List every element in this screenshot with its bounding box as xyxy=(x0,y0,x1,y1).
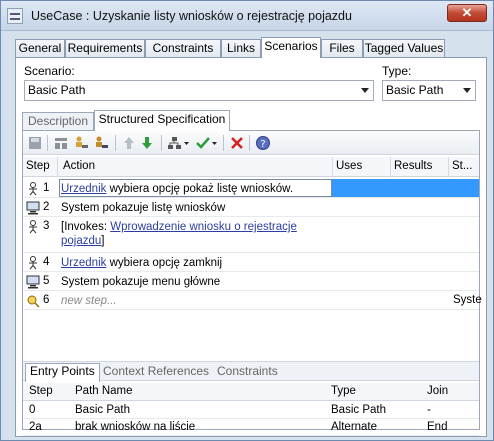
tab-tagged-values[interactable]: Tagged Values xyxy=(363,39,445,57)
entry-type: Alternate xyxy=(331,421,378,433)
chevron-down-icon xyxy=(463,88,471,93)
step-number: 5 xyxy=(43,275,50,287)
structured-spec-pane: ? Step Action Uses Results St... 1 Urzed… xyxy=(22,130,482,436)
tab-description[interactable]: Description xyxy=(22,112,94,130)
entry-type: Basic Path xyxy=(331,404,386,416)
step-number: 3 xyxy=(43,220,50,232)
step-row[interactable]: 5 System pokazuje menu główne xyxy=(23,272,479,291)
tab-requirements[interactable]: Requirements xyxy=(65,39,145,57)
step-action: System pokazuje listę wniosków xyxy=(61,202,226,214)
steps-grid-header: Step Action Uses Results St... xyxy=(23,157,479,177)
column-divider xyxy=(448,157,449,177)
type-select[interactable]: Basic Path xyxy=(382,80,476,101)
column-path-name[interactable]: Path Name xyxy=(75,385,133,397)
new-step-placeholder[interactable]: new step... xyxy=(61,294,326,308)
spec-toolbar: ? xyxy=(23,131,479,155)
toolbar-separator xyxy=(223,135,224,151)
help-icon[interactable]: ? xyxy=(255,135,271,151)
selection-highlight xyxy=(332,179,479,197)
step-action: [Invokes: Wprowadzenie wniosku o rejestr… xyxy=(61,221,297,247)
window-title: UseCase : Uzyskanie listy wniosków o rej… xyxy=(31,9,352,23)
entry-point-row[interactable]: 0 Basic Path Basic Path - xyxy=(23,402,479,419)
insert-system-step-icon[interactable] xyxy=(93,135,109,151)
column-action[interactable]: Action xyxy=(63,160,95,172)
new-step-icon xyxy=(26,294,40,308)
actor-icon xyxy=(26,256,40,270)
step-row[interactable]: 4 Urzednik wybiera opcję zamknij xyxy=(23,253,479,272)
entry-path: Basic Path xyxy=(75,404,130,416)
step-action: Urzednik wybiera opcję pokaż listę wnios… xyxy=(61,183,294,195)
svg-text:?: ? xyxy=(260,139,265,150)
new-step-row[interactable]: 6 new step... Syste xyxy=(23,291,482,310)
step-number: 4 xyxy=(43,256,50,268)
actor-link[interactable]: Urzednik xyxy=(61,183,106,195)
tab-entry-points[interactable]: Entry Points xyxy=(25,363,100,382)
actor-link[interactable]: Urzednik xyxy=(61,257,106,269)
title-bar: UseCase : Uzyskanie listy wniosków o rej… xyxy=(1,1,493,31)
toolbar-separator xyxy=(47,135,48,151)
tab-links[interactable]: Links xyxy=(221,39,261,57)
step-action: Urzednik wybiera opcję zamknij xyxy=(61,257,223,269)
entry-step: 2a xyxy=(29,421,42,433)
toolbar-separator xyxy=(249,135,250,151)
column-divider xyxy=(390,157,391,177)
step-state: Syste xyxy=(453,294,482,306)
actor-icon xyxy=(26,182,40,196)
tab-files[interactable]: Files xyxy=(321,39,363,57)
toolbar-separator xyxy=(115,135,116,151)
step-row[interactable]: 1 Urzednik wybiera opcję pokaż listę wni… xyxy=(23,179,479,198)
type-label: Type: xyxy=(382,64,412,78)
hierarchy-icon[interactable] xyxy=(167,135,191,151)
scenario-label: Scenario: xyxy=(24,64,75,78)
step-action: System pokazuje menu główne xyxy=(61,276,221,288)
entry-point-row[interactable]: 2a brak wniosków na liście Alternate End xyxy=(23,419,479,436)
step-number: 2 xyxy=(43,201,50,213)
entry-join: - xyxy=(427,404,431,416)
entry-path: brak wniosków na liście xyxy=(75,421,196,433)
entry-points-header: Step Path Name Type Join xyxy=(23,383,479,401)
save-icon[interactable] xyxy=(27,135,43,151)
column-ep-step[interactable]: Step xyxy=(29,385,53,397)
bottom-tabs: Entry Points Context References Constrai… xyxy=(23,361,479,382)
computer-icon xyxy=(26,201,40,215)
column-join[interactable]: Join xyxy=(427,385,448,397)
scenarios-panel: Scenario: Basic Path Type: Basic Path De… xyxy=(15,57,487,437)
app-icon xyxy=(7,8,23,24)
step-row[interactable]: 3 [Invokes: Wprowadzenie wniosku o rejes… xyxy=(23,217,479,253)
tab-context-references[interactable]: Context References xyxy=(103,364,209,381)
tab-constraints[interactable]: Constraints xyxy=(145,39,221,57)
column-uses[interactable]: Uses xyxy=(336,160,362,172)
column-step[interactable]: Step xyxy=(26,160,50,172)
tab-scenarios[interactable]: Scenarios xyxy=(261,37,321,58)
tab-structured-specification[interactable]: Structured Specification xyxy=(94,110,230,131)
check-icon[interactable] xyxy=(195,135,219,151)
step-row[interactable]: 2 System pokazuje listę wniosków xyxy=(23,198,479,217)
use-case-dialog: UseCase : Uzyskanie listy wniosków o rej… xyxy=(0,0,494,441)
entry-join: End xyxy=(427,421,448,433)
type-value: Basic Path xyxy=(386,83,444,97)
column-divider xyxy=(332,157,333,177)
close-button[interactable]: ✕ xyxy=(447,4,487,22)
column-type[interactable]: Type xyxy=(331,385,356,397)
tab-bottom-constraints[interactable]: Constraints xyxy=(217,364,278,381)
column-state[interactable]: St... xyxy=(452,160,472,172)
tab-general[interactable]: General xyxy=(15,39,65,57)
scenario-select[interactable]: Basic Path xyxy=(24,80,374,101)
computer-icon xyxy=(26,275,40,289)
toolbar-separator xyxy=(161,135,162,151)
column-results[interactable]: Results xyxy=(394,160,432,172)
move-down-icon[interactable] xyxy=(139,135,155,151)
column-divider xyxy=(57,157,58,177)
insert-actor-step-icon[interactable] xyxy=(73,135,89,151)
move-up-icon[interactable] xyxy=(121,135,137,151)
delete-icon[interactable] xyxy=(229,135,245,151)
chevron-down-icon xyxy=(361,88,369,93)
scenario-value: Basic Path xyxy=(28,83,86,97)
insert-step-icon[interactable] xyxy=(53,135,69,151)
step-number: 1 xyxy=(43,182,50,194)
entry-step: 0 xyxy=(29,404,36,416)
actor-icon xyxy=(26,220,40,234)
step-number: 6 xyxy=(43,294,50,306)
